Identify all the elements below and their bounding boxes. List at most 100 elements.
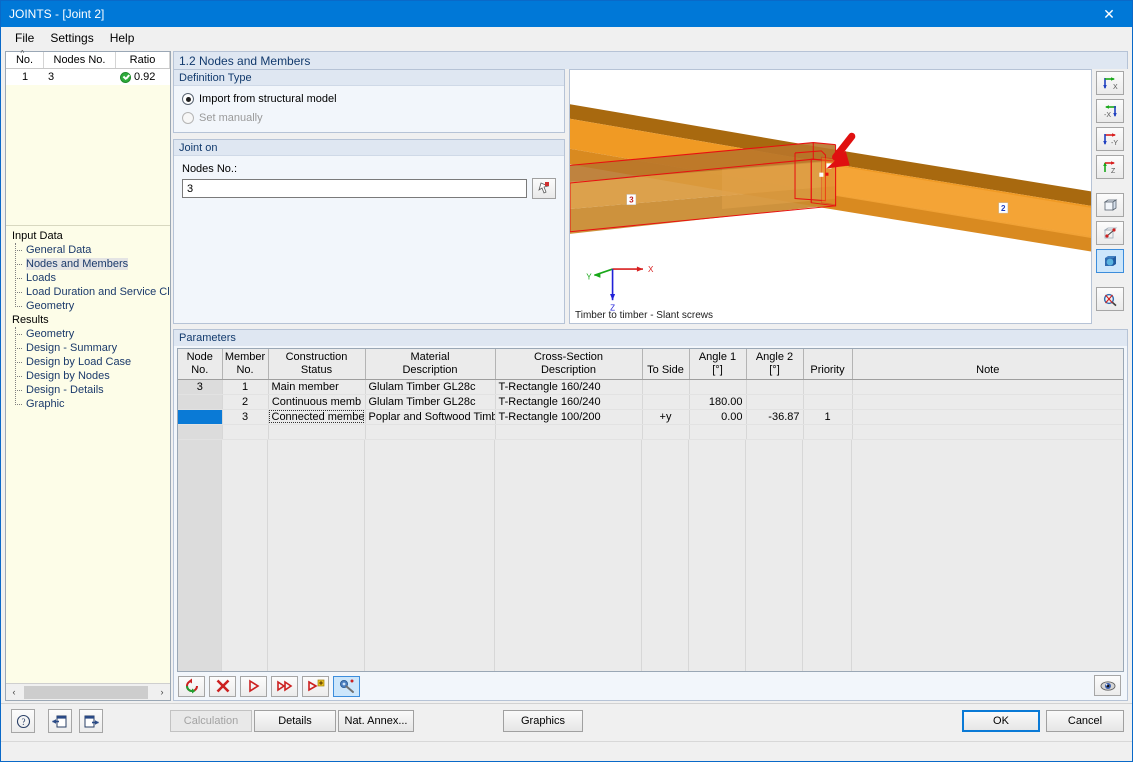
cell-node-no[interactable] [178,424,223,440]
col-member-no[interactable]: Member No. [222,349,269,380]
cell-angle-1[interactable] [689,379,747,395]
tree-item-general-data[interactable]: General Data [8,243,170,257]
tree-item-design-details[interactable]: Design - Details [8,383,170,397]
cell-cross-section-description[interactable] [495,424,643,440]
import-units-icon[interactable] [48,709,73,733]
cell-priority[interactable]: 1 [803,409,853,425]
zoom-all-icon[interactable] [1096,287,1124,311]
refresh-icon[interactable] [178,675,205,697]
cell-member-no[interactable]: 3 [222,409,269,425]
table-row[interactable]: 2 Continuous memb Glulam Timber GL28c T-… [178,394,1123,410]
joint-list-col-ratio[interactable]: Ratio [116,52,170,68]
menu-item-settings[interactable]: Settings [42,29,101,47]
cell-angle-2[interactable] [746,379,804,395]
scrollbar-track[interactable] [22,684,154,700]
cancel-button[interactable]: Cancel [1046,710,1124,732]
tree-item-loads[interactable]: Loads [8,271,170,285]
cell-note[interactable] [852,379,1123,395]
tree-item-graphic[interactable]: Graphic [8,397,170,411]
settings-wand-icon[interactable] [333,675,360,697]
isometric-view-icon[interactable] [1096,193,1124,217]
delete-all-icon[interactable] [209,675,236,697]
cell-note[interactable] [852,424,1123,440]
scroll-right-icon[interactable]: › [154,684,170,700]
cell-construction-status[interactable]: Continuous memb [268,394,366,410]
tree-item-nodes-and-members[interactable]: Nodes and Members [8,257,170,271]
add-new-icon[interactable] [302,675,329,697]
model-viewport[interactable]: 3 2 X Y Z Timber to timber - Slant screw… [569,69,1092,324]
graphics-button[interactable]: Graphics [503,710,583,732]
help-icon[interactable]: ? [11,709,35,733]
cell-member-no[interactable]: 1 [222,379,269,395]
cell-priority[interactable] [803,394,853,410]
cell-node-no[interactable] [178,394,223,410]
table-row[interactable]: 3 1 Main member Glulam Timber GL28c T-Re… [178,379,1123,395]
col-to-side[interactable]: To Side [642,349,690,380]
tree-item-design-summary[interactable]: Design - Summary [8,341,170,355]
cell-cross-section-description[interactable]: T-Rectangle 160/240 [495,379,643,395]
cell-cross-section-description[interactable]: T-Rectangle 160/240 [495,394,643,410]
cell-material-description[interactable]: Poplar and Softwood Timb [365,409,496,425]
eye-icon[interactable] [1094,675,1121,696]
col-node-no[interactable]: Node No. [178,349,223,380]
tree-item-design-by-load-case[interactable]: Design by Load Case [8,355,170,369]
rendered-view-icon[interactable] [1096,249,1124,273]
cell-material-description[interactable]: Glulam Timber GL28c [365,379,496,395]
cell-cross-section-description[interactable]: T-Rectangle 100/200 [495,409,643,425]
view-in-negative-x-icon[interactable]: -X [1096,99,1124,123]
pick-node-icon[interactable] [532,178,556,199]
cell-angle-2[interactable] [746,424,804,440]
cell-to-side[interactable] [642,394,690,410]
cell-priority[interactable] [803,424,853,440]
cell-node-no[interactable] [178,409,223,425]
tree-item-geometry-input[interactable]: Geometry [8,299,170,313]
cell-angle-1[interactable]: 0.00 [689,409,747,425]
cell-to-side[interactable] [642,379,690,395]
wireframe-view-icon[interactable] [1096,221,1124,245]
view-in-y-icon[interactable]: -Y [1096,127,1124,151]
navigation-horizontal-scrollbar[interactable]: ‹ › [6,683,170,700]
tree-item-geometry-results[interactable]: Geometry [8,327,170,341]
export-units-icon[interactable] [79,709,104,733]
scroll-left-icon[interactable]: ‹ [6,684,22,700]
col-angle-2[interactable]: Angle 2 [°] [746,349,804,380]
cell-angle-2[interactable]: -36.87 [746,409,804,425]
col-construction-status[interactable]: Construction Status [268,349,366,380]
parameters-grid[interactable]: Node No. Member No. Construction Status [177,348,1124,672]
close-icon[interactable]: ✕ [1086,1,1132,27]
menu-item-help[interactable]: Help [102,29,143,47]
cell-note[interactable] [852,394,1123,410]
radio-set-manually[interactable]: Set manually [182,112,556,124]
calculation-button[interactable]: Calculation [170,710,252,732]
col-note[interactable]: Note [852,349,1123,380]
cell-priority[interactable] [803,379,853,395]
cell-construction-status[interactable]: Connected member [268,409,366,425]
cell-angle-1[interactable]: 180.00 [689,394,747,410]
cell-material-description[interactable]: Glulam Timber GL28c [365,394,496,410]
cell-construction-status[interactable] [268,424,366,440]
table-row-empty[interactable] [178,424,1123,440]
menu-item-file[interactable]: File [7,29,42,47]
radio-import-from-structural-model[interactable]: Import from structural model [182,93,556,105]
ok-button[interactable]: OK [962,710,1040,732]
scrollbar-thumb[interactable] [24,685,148,699]
tree-item-design-by-nodes[interactable]: Design by Nodes [8,369,170,383]
nat-annex-button[interactable]: Nat. Annex... [338,710,414,732]
cell-material-description[interactable] [365,424,496,440]
cell-note[interactable] [852,409,1123,425]
fast-forward-icon[interactable] [271,675,298,697]
cell-angle-2[interactable] [746,394,804,410]
nodes-no-input[interactable] [182,179,527,198]
col-material-description[interactable]: Material Description [365,349,496,380]
joint-list-col-no[interactable]: ^ No. [6,49,44,68]
col-angle-1[interactable]: Angle 1 [°] [689,349,747,380]
col-priority[interactable]: Priority [803,349,853,380]
view-in-x-icon[interactable]: X [1096,71,1124,95]
cell-node-no[interactable]: 3 [178,379,223,395]
table-row[interactable]: 3 Connected member Poplar and Softwood T… [178,409,1123,425]
joint-list-col-nodes[interactable]: Nodes No. [44,52,116,68]
tree-item-load-duration[interactable]: Load Duration and Service Clas [8,285,170,299]
cell-member-no[interactable] [222,424,269,440]
details-button[interactable]: Details [254,710,336,732]
next-icon[interactable] [240,675,267,697]
